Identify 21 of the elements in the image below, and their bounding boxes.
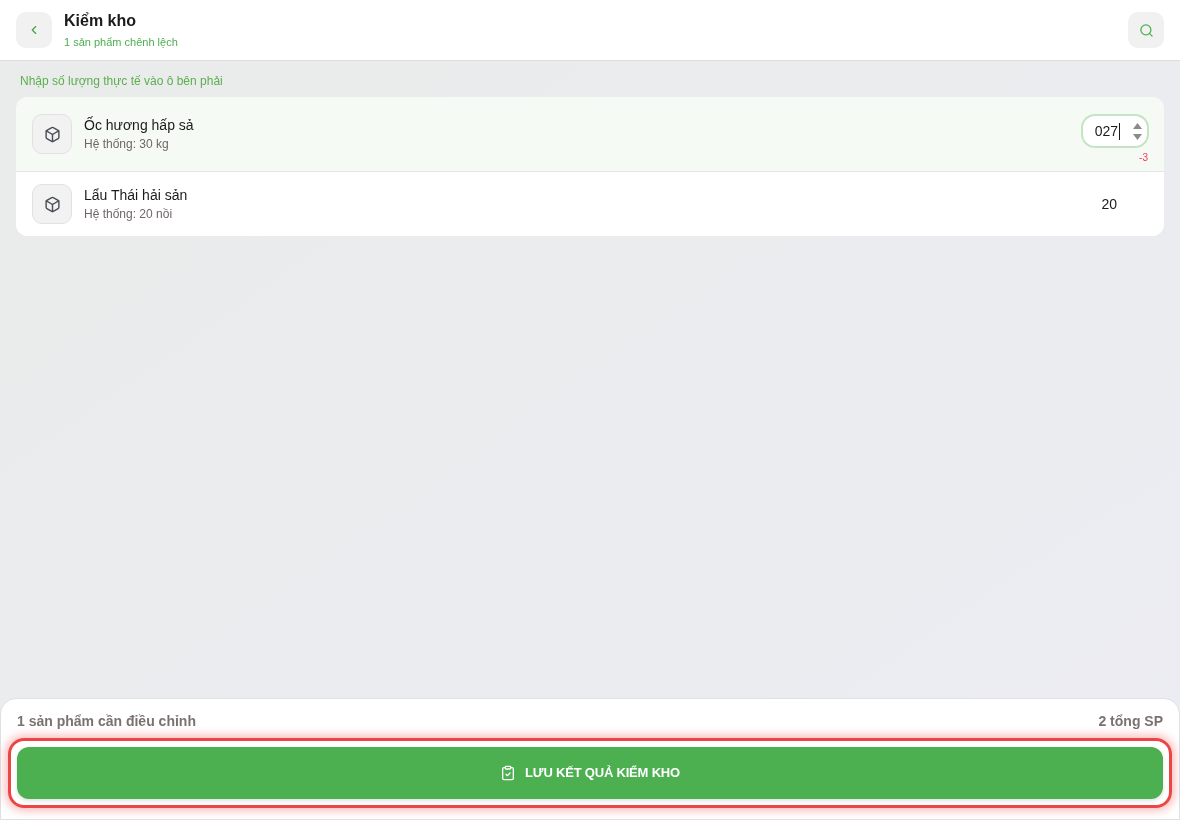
stepper-arrows-icon[interactable] <box>1133 122 1142 140</box>
system-stock: Hệ thống: 30 kg <box>84 136 170 152</box>
search-icon <box>1138 22 1154 38</box>
cube-icon <box>32 184 72 224</box>
difference-value: -3 <box>1139 152 1148 164</box>
product-row[interactable]: Ốc hương hấp sả Hệ thống: 30 kg 027 -3 <box>16 97 1164 172</box>
back-button[interactable] <box>16 12 52 48</box>
adjust-summary: 1 sản phẩm cần điều chỉnh <box>17 712 196 730</box>
product-name: Ốc hương hấp sả <box>84 116 195 134</box>
search-button[interactable] <box>1128 12 1164 48</box>
clipboard-check-icon <box>500 765 517 781</box>
cube-icon <box>32 114 72 154</box>
page-title: Kiểm kho <box>64 11 137 31</box>
system-stock: Hệ thống: 20 nồi <box>84 206 174 222</box>
total-count: 2 tổng SP <box>1098 712 1163 730</box>
page-subtitle: 1 sản phẩm chênh lệch <box>64 35 178 49</box>
quantity-input[interactable]: 027 <box>1080 114 1149 148</box>
product-name: Lẩu Thái hải sản <box>84 186 189 204</box>
hint-text: Nhập số lượng thực tế vào ô bên phải <box>20 73 224 89</box>
counted-quantity: 20 <box>1101 194 1117 214</box>
text-cursor-icon <box>1119 122 1120 140</box>
